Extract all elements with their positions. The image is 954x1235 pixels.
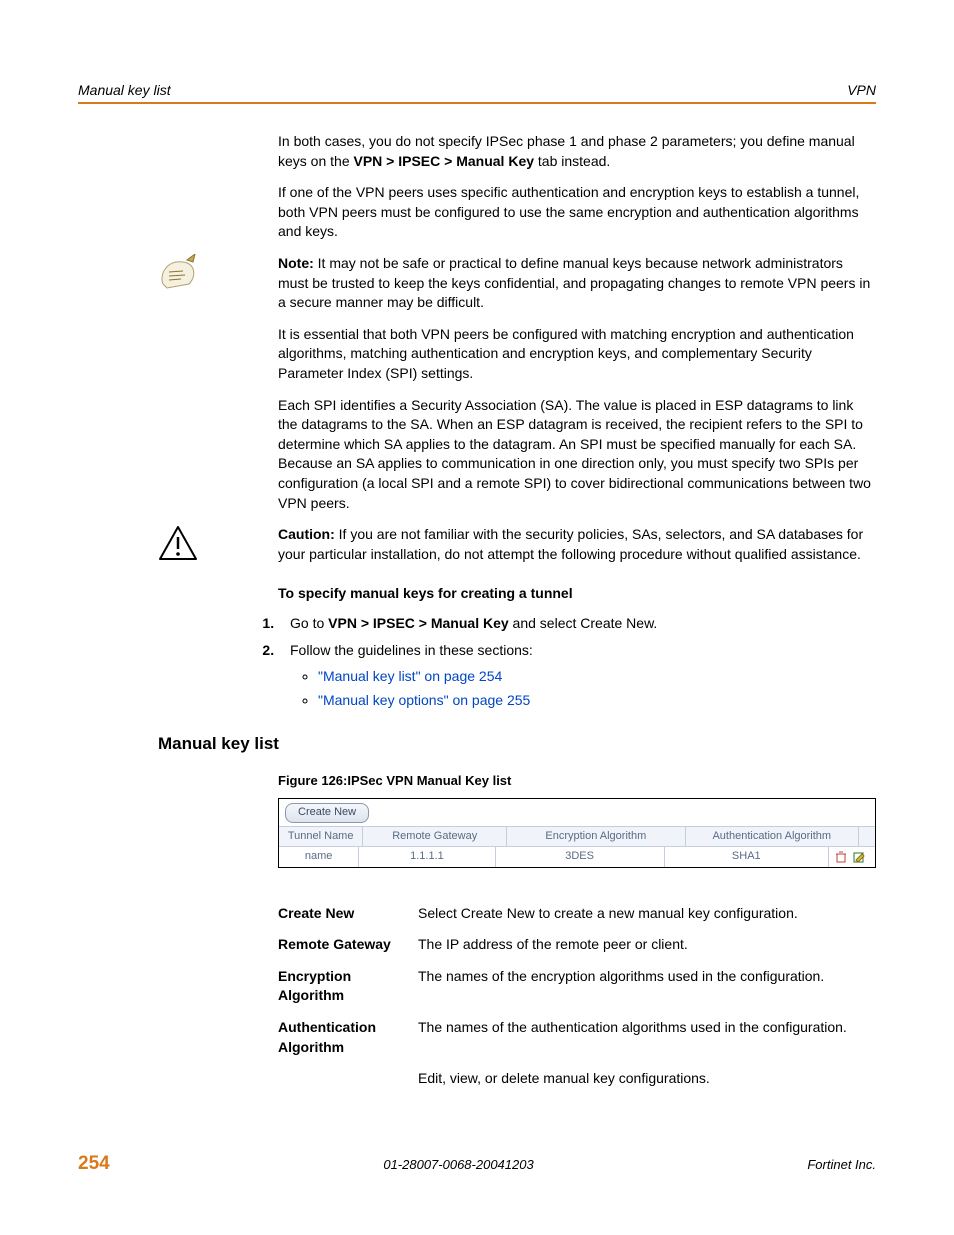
note-text: It may not be safe or practical to defin… — [278, 255, 870, 310]
document-id: 01-28007-0068-20041203 — [110, 1157, 808, 1172]
desc-value: The names of the encryption algorithms u… — [418, 967, 876, 1006]
step-item: Go to VPN > IPSEC > Manual Key and selec… — [278, 614, 876, 634]
header-right: VPN — [847, 82, 876, 98]
column-header: Remote Gateway — [363, 827, 507, 846]
desc-value: Select Create New to create a new manual… — [418, 904, 876, 924]
create-new-button[interactable]: Create New — [285, 803, 369, 822]
paragraph: It is essential that both VPN peers be c… — [278, 325, 876, 384]
procedure-steps: Go to VPN > IPSEC > Manual Key and selec… — [250, 614, 876, 710]
page-number: 254 — [78, 1153, 110, 1175]
note-label: Note: — [278, 255, 314, 271]
note-icon — [157, 254, 199, 292]
page-header: Manual key list VPN — [78, 82, 876, 98]
cross-reference-link[interactable]: "Manual key list" on page 254 — [318, 668, 502, 684]
page-footer: 254 01-28007-0068-20041203 Fortinet Inc. — [78, 1153, 876, 1175]
caution-label: Caution: — [278, 526, 335, 542]
header-left: Manual key list — [78, 82, 171, 98]
paragraph: In both cases, you do not specify IPSec … — [278, 132, 876, 171]
column-header: Authentication Algorithm — [686, 827, 859, 846]
desc-value: The IP address of the remote peer or cli… — [418, 935, 876, 955]
delete-icon[interactable] — [835, 851, 847, 863]
desc-label: Authentication Algorithm — [278, 1018, 418, 1057]
company-name: Fortinet Inc. — [807, 1157, 876, 1172]
breadcrumb-path: VPN > IPSEC > Manual Key — [328, 615, 509, 631]
procedure-heading: To specify manual keys for creating a tu… — [278, 584, 876, 604]
paragraph: Each SPI identifies a Security Associati… — [278, 396, 876, 514]
figure-screenshot: Create New Tunnel Name Remote Gateway En… — [278, 798, 876, 867]
table-cell: 3DES — [496, 847, 665, 866]
header-rule — [78, 102, 876, 104]
table-cell: 1.1.1.1 — [359, 847, 495, 866]
desc-value: The names of the authentication algorith… — [418, 1018, 876, 1057]
desc-label — [278, 1069, 418, 1089]
note-block: Note: It may not be safe or practical to… — [78, 254, 876, 313]
desc-label: Encryption Algorithm — [278, 967, 418, 1006]
caution-icon — [158, 525, 198, 561]
table-cell: name — [279, 847, 359, 866]
step-item: Follow the guidelines in these sections:… — [278, 641, 876, 710]
edit-icon[interactable] — [853, 851, 865, 863]
description-list: Create New Select Create New to create a… — [278, 892, 876, 1101]
breadcrumb-path: VPN > IPSEC > Manual Key — [354, 153, 535, 169]
column-header: Tunnel Name — [279, 827, 363, 846]
section-heading: Manual key list — [158, 734, 876, 754]
caution-block: Caution: If you are not familiar with th… — [78, 525, 876, 564]
cross-reference-link[interactable]: "Manual key options" on page 255 — [318, 692, 530, 708]
desc-label: Create New — [278, 904, 418, 924]
column-header: Encryption Algorithm — [507, 827, 685, 846]
figure-caption: Figure 126:IPSec VPN Manual Key list — [278, 772, 876, 790]
desc-value: Edit, view, or delete manual key configu… — [418, 1069, 876, 1089]
desc-label: Remote Gateway — [278, 935, 418, 955]
caution-text: If you are not familiar with the securit… — [278, 526, 863, 562]
table-cell: SHA1 — [665, 847, 829, 866]
paragraph: If one of the VPN peers uses specific au… — [278, 183, 876, 242]
